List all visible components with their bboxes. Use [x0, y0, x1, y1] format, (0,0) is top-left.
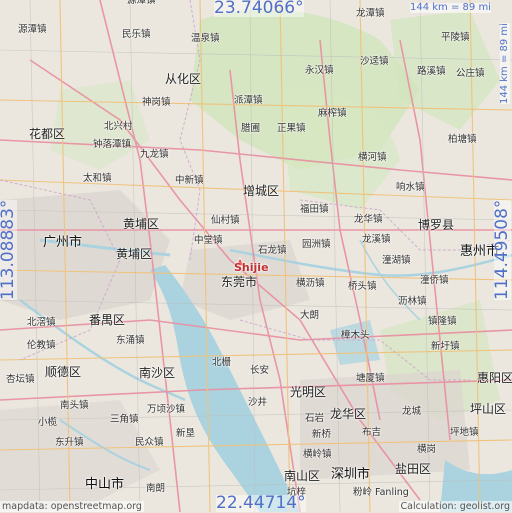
place-label: 潼侨镇 — [420, 275, 449, 286]
place-label: 从化区 — [165, 72, 202, 86]
place-label: 麻榨镇 — [318, 108, 347, 119]
place-label: 南沙区 — [139, 366, 176, 380]
place-label: 杏坛镇 — [6, 374, 35, 385]
place-label: 南朗 — [146, 483, 166, 494]
place-label: 顺德区 — [45, 365, 82, 379]
place-label: 增城区 — [243, 184, 280, 198]
place-label: 北栅 — [212, 357, 232, 368]
place-label: 广州市 — [43, 235, 83, 250]
scale-bar-right: 144 km = 89 mi — [499, 23, 510, 104]
place-label: 龙潭镇 — [356, 8, 385, 19]
place-label: 沙迳镇 — [360, 56, 389, 67]
place-label: 南山区 — [284, 469, 321, 483]
place-label: 盐田区 — [395, 462, 432, 476]
place-label: 坪地镇 — [450, 427, 479, 438]
place-label: 石龙镇 — [258, 245, 287, 256]
location-marker-label: Shijie — [234, 261, 269, 274]
place-label: 深圳市 — [331, 467, 371, 482]
map-attribution[interactable]: mapdata: openstreetmap.org — [0, 500, 144, 512]
place-label: 神岗镇 — [142, 97, 171, 108]
place-label: 黄埔区 — [116, 247, 153, 261]
place-label: 中堂镇 — [194, 235, 223, 246]
place-label: 博罗县 — [418, 218, 455, 232]
place-label: 园洲镇 — [302, 239, 331, 250]
place-label: 番禺区 — [89, 313, 126, 327]
place-label: 仙村镇 — [211, 215, 240, 226]
place-label: 长安 — [250, 365, 270, 376]
place-label: 惠阳区 — [477, 371, 512, 385]
longitude-left-label: 113.08883° — [0, 199, 18, 300]
place-label: 温泉镇 — [191, 33, 220, 44]
place-label: 响水镇 — [396, 182, 425, 193]
place-label: 源潭镇 — [18, 24, 47, 35]
place-label: 派潭镇 — [234, 95, 263, 106]
scale-bar-top: 144 km = 89 mi — [410, 2, 491, 13]
calculation-attribution[interactable]: Calculation: geolist.org — [398, 500, 512, 512]
place-label: 北滘镇 — [27, 317, 56, 328]
place-label: 万顷沙镇 — [147, 404, 186, 415]
place-label: 横沥镇 — [296, 278, 325, 289]
place-label: 布吉 — [362, 427, 382, 438]
place-label: 路溪镇 — [417, 66, 446, 77]
place-label: 三角镇 — [110, 414, 139, 425]
place-label: 正果镇 — [277, 123, 306, 134]
place-label: 公庄镇 — [456, 68, 485, 79]
place-label: 横岭镇 — [303, 449, 332, 460]
place-label: 石岩 — [305, 413, 325, 424]
place-label: 东涌镇 — [116, 335, 145, 346]
place-label: 源潭镇 — [127, 0, 156, 6]
place-label: 龙溪镇 — [362, 234, 391, 245]
place-label: 钟落潭镇 — [93, 139, 132, 150]
place-label: 龙城 — [402, 406, 422, 417]
place-label: 桥头镇 — [348, 281, 377, 292]
place-label: 太和镇 — [83, 173, 112, 184]
place-label: 龙华镇 — [354, 214, 383, 225]
place-label: 横河镇 — [358, 152, 387, 163]
place-label: 福田镇 — [300, 204, 329, 215]
place-label: 新圩镇 — [431, 341, 460, 352]
place-label: 腊圃 — [241, 123, 261, 134]
place-label: 沙井 — [248, 397, 268, 408]
place-label: 沥林镇 — [398, 296, 427, 307]
place-label: 粉岭 Fanling — [353, 487, 409, 498]
place-label: 中新镇 — [175, 175, 204, 186]
place-label: 横岗 — [417, 444, 437, 455]
place-label: 大朗 — [300, 310, 320, 321]
place-label: 坪山区 — [470, 402, 507, 416]
place-label: 小榄 — [38, 417, 58, 428]
place-label: 光明区 — [290, 385, 327, 399]
place-label: 黄埔区 — [123, 217, 160, 231]
place-label: 龙华区 — [330, 407, 367, 421]
place-label: 南头镇 — [60, 400, 89, 411]
place-label: 塘厦镇 — [356, 373, 385, 384]
place-label: 樟木头 — [341, 330, 370, 341]
place-label: 镇隆镇 — [428, 316, 457, 327]
place-label: 东升镇 — [55, 437, 84, 448]
place-label: 平陵镇 — [441, 32, 470, 43]
place-label: 潼湖镇 — [382, 255, 411, 266]
place-label: 民乐镇 — [122, 29, 151, 40]
place-label: 中山市 — [85, 477, 125, 492]
place-label: 民众镇 — [135, 437, 164, 448]
place-label: 东莞市 — [221, 275, 258, 289]
place-label: 花都区 — [29, 127, 66, 141]
place-label: 新垦 — [176, 428, 196, 439]
place-label: 永汉镇 — [305, 65, 334, 76]
place-label: 新桥 — [312, 429, 332, 440]
place-label: 伦教镇 — [27, 340, 56, 351]
place-label: 北兴村 — [104, 121, 133, 132]
place-label: 九龙镇 — [140, 149, 169, 160]
latitude-bottom-label: 22.44714° — [216, 493, 306, 513]
longitude-right-label: 114.49508° — [492, 199, 512, 300]
place-label: 柏塘镇 — [448, 134, 477, 145]
latitude-top-label: 23.74066° — [214, 0, 304, 18]
